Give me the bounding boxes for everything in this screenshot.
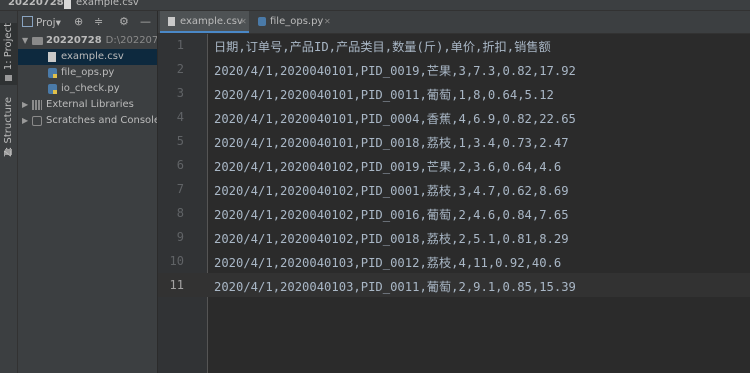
project-tool-icon	[5, 75, 12, 81]
csv-file-icon	[48, 52, 56, 62]
code-line[interactable]: 2020/4/1,2020040103,PID_0012,荔枝,4,11,0.9…	[214, 253, 561, 271]
code-line[interactable]: 2020/4/1,2020040102,PID_0016,葡萄,2,4.6,0.…	[214, 205, 569, 223]
project-view-label: Proj▾	[36, 17, 61, 29]
python-file-icon	[48, 68, 57, 78]
folder-icon	[32, 37, 43, 45]
python-file-icon	[48, 84, 57, 94]
line-number: 11	[169, 278, 184, 292]
csv-file-icon	[168, 17, 175, 26]
tab-file-ops-py[interactable]: file_ops.py ✕	[250, 11, 334, 33]
minimize-icon[interactable]: —	[140, 15, 151, 28]
line-number: 5	[176, 134, 184, 148]
gear-icon[interactable]: ⚙	[119, 15, 129, 28]
line-number: 7	[176, 182, 184, 196]
scratches-icon	[32, 116, 42, 126]
python-file-icon	[258, 17, 266, 26]
code-line[interactable]: 2020/4/1,2020040102,PID_0001,荔枝,3,4.7,0.…	[214, 181, 569, 199]
tree-item-label: io_check.py	[61, 83, 120, 94]
project-panel-toolbar: Proj▾ ⊕ ≑ ⚙ —	[18, 11, 157, 33]
line-number: 4	[176, 110, 184, 124]
expand-arrow-icon[interactable]: ▶	[22, 113, 28, 129]
project-panel: Proj▾ ⊕ ≑ ⚙ — ▼ 20220728D:\20220728 exam…	[18, 11, 158, 373]
tab-example-csv[interactable]: example.csv ✕	[160, 11, 249, 33]
structure-tool-label: Z: Structure	[3, 97, 14, 157]
tree-item-label: file_ops.py	[61, 67, 115, 78]
close-icon[interactable]: ✕	[324, 11, 331, 33]
tree-item-label: example.csv	[61, 51, 124, 62]
code-line[interactable]: 日期,订单号,产品ID,产品类目,数量(斤),单价,折扣,销售额	[214, 37, 551, 55]
code-line[interactable]: 2020/4/1,2020040101,PID_0019,芒果,3,7.3,0.…	[214, 61, 576, 79]
breadcrumb-separator: ›	[56, 0, 60, 8]
close-icon[interactable]: ✕	[240, 11, 247, 33]
editor-tabs: example.csv ✕ file_ops.py ✕	[158, 11, 750, 34]
line-number: 1	[176, 38, 184, 52]
tree-item-external-libraries[interactable]: ▶ External Libraries	[18, 97, 157, 113]
line-number: 6	[176, 158, 184, 172]
line-number: 3	[176, 86, 184, 100]
collapse-icon[interactable]: ≑	[94, 15, 103, 28]
tree-item-file-ops-py[interactable]: file_ops.py	[18, 65, 157, 81]
tree-item-io-check-py[interactable]: io_check.py	[18, 81, 157, 97]
tab-label: example.csv	[180, 16, 243, 27]
line-number: 10	[169, 254, 184, 268]
code-line[interactable]: 2020/4/1,2020040101,PID_0004,香蕉,4,6.9,0.…	[214, 109, 576, 127]
code-line[interactable]: 2020/4/1,2020040102,PID_0018,荔枝,2,5.1,0.…	[214, 229, 569, 247]
tree-item-label: 20220728	[46, 35, 102, 46]
line-number: 2	[176, 62, 184, 76]
tree-item-label: Scratches and Consoles	[46, 115, 157, 126]
tree-item-scratches[interactable]: ▶ Scratches and Consoles	[18, 113, 157, 129]
project-tool-button[interactable]: 1: Project	[0, 23, 17, 85]
tree-item-path: D:\20220728	[105, 35, 157, 46]
library-icon	[32, 100, 42, 110]
tab-label: file_ops.py	[270, 16, 324, 27]
expand-arrow-icon[interactable]: ▼	[22, 33, 28, 49]
project-view-icon	[22, 16, 33, 27]
project-tool-label: 1: Project	[3, 23, 14, 71]
code-line[interactable]: 2020/4/1,2020040103,PID_0011,葡萄,2,9.1,0.…	[214, 277, 576, 295]
structure-tool-button[interactable]: Z: Structure	[0, 97, 17, 159]
tree-item-project-root[interactable]: ▼ 20220728D:\20220728	[18, 33, 157, 49]
tree-item-example-csv[interactable]: example.csv	[18, 49, 157, 65]
title-bar: 20220728 › example.csv	[0, 0, 750, 11]
code-line[interactable]: 2020/4/1,2020040101,PID_0018,荔枝,1,3.4,0.…	[214, 133, 569, 151]
code-line[interactable]: 2020/4/1,2020040102,PID_0019,芒果,2,3.6,0.…	[214, 157, 561, 175]
line-number: 9	[176, 230, 184, 244]
csv-file-icon	[64, 0, 71, 9]
target-icon[interactable]: ⊕	[74, 15, 83, 28]
line-number-gutter	[158, 34, 208, 373]
expand-arrow-icon[interactable]: ▶	[22, 97, 28, 113]
breadcrumb-file[interactable]: example.csv	[76, 0, 139, 8]
tool-window-stripe: 1: Project Z: Structure	[0, 11, 18, 373]
code-line[interactable]: 2020/4/1,2020040101,PID_0011,葡萄,1,8,0.64…	[214, 85, 554, 103]
project-view-dropdown[interactable]: Proj▾	[22, 16, 61, 29]
tree-item-label: External Libraries	[46, 99, 134, 110]
line-number: 8	[176, 206, 184, 220]
